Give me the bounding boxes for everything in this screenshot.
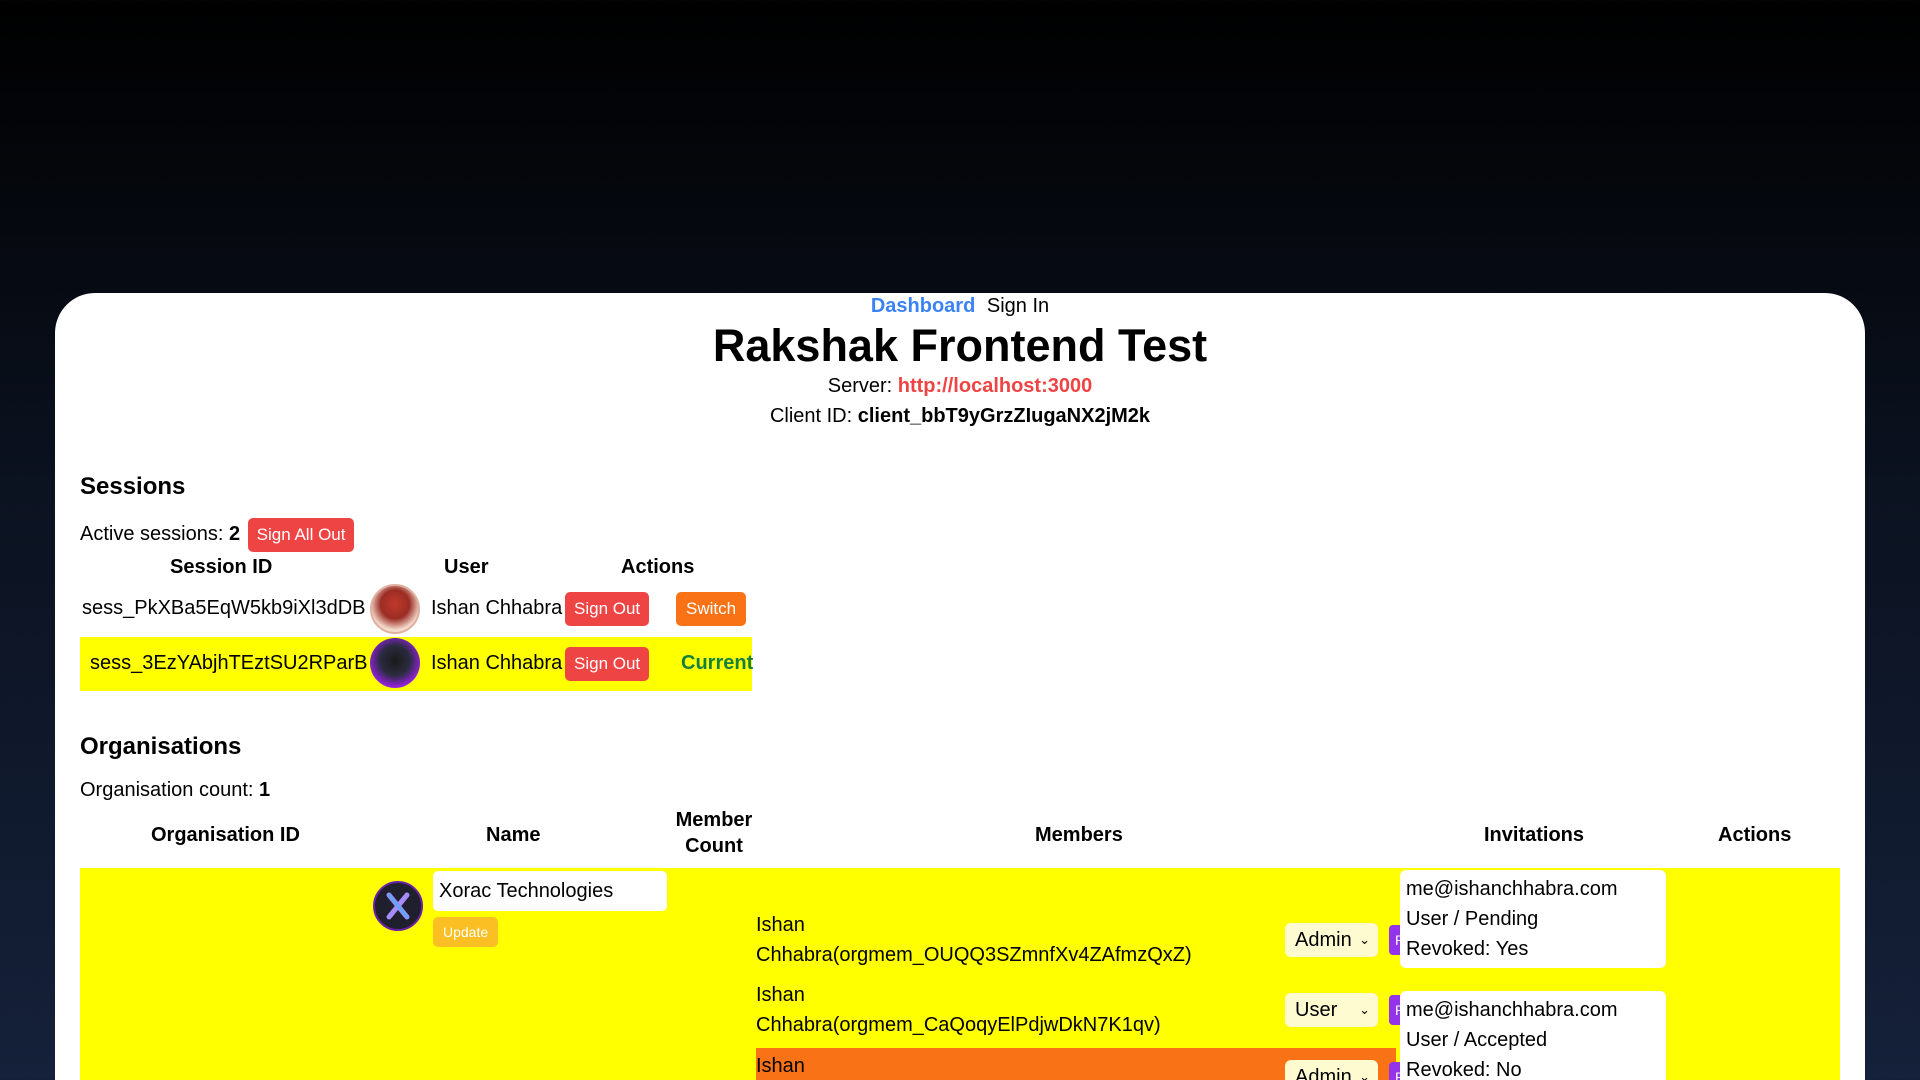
sign-out-button[interactable]: Sign Out bbox=[565, 592, 650, 626]
th-invitations: Invitations bbox=[1484, 824, 1585, 846]
member-name-line1: Ishan bbox=[756, 1055, 805, 1077]
organisation-logo-icon bbox=[373, 881, 423, 931]
session-user: Ishan Chhabra bbox=[431, 597, 563, 619]
member-role-select[interactable]: User ⌄ bbox=[1285, 993, 1378, 1027]
invitation-email: me@ishanchhabra.com bbox=[1406, 878, 1618, 900]
client-id-label: Client ID: bbox=[769, 405, 853, 427]
organisation-count-value: 1 bbox=[259, 779, 271, 801]
th-name: Name bbox=[486, 824, 541, 846]
organisations-heading: Organisations bbox=[80, 733, 242, 760]
invitation-revoked: Revoked: No bbox=[1406, 1059, 1522, 1080]
member-item: Ishan Chhabra(orgmem_CaQoqyElPdjwDkN7K1q… bbox=[756, 980, 1161, 1040]
main-card: Dashboard Sign In Rakshak Frontend Test … bbox=[55, 293, 1865, 1080]
chevron-down-icon: ⌄ bbox=[1359, 1002, 1370, 1017]
active-sessions-count: 2 bbox=[228, 523, 241, 545]
session-user: Ishan Chhabra bbox=[431, 652, 563, 674]
th-actions: Actions bbox=[621, 556, 695, 578]
organisation-count-line: Organisation count: 1 bbox=[80, 777, 270, 803]
nav-dashboard-link[interactable]: Dashboard bbox=[871, 295, 975, 317]
nav-signin-link[interactable]: Sign In bbox=[987, 295, 1049, 317]
member-name-line1: Ishan bbox=[756, 984, 805, 1006]
session-row-current: sess_3EzYAbjhTEztSU2RParB Ishan Chhabra … bbox=[80, 637, 754, 691]
member-item-current: Ishan Admin ⌄ Remove bbox=[756, 1048, 1454, 1080]
member-role-value: User bbox=[1295, 999, 1338, 1021]
user-avatar bbox=[370, 638, 420, 688]
invitation-revoked: Revoked: Yes bbox=[1406, 938, 1529, 960]
member-role-select[interactable]: Admin ⌄ bbox=[1285, 923, 1378, 957]
organisation-count-label: Organisation count: bbox=[80, 779, 254, 801]
member-role-select[interactable]: Admin ⌄ bbox=[1285, 1060, 1378, 1080]
th-members: Members bbox=[1035, 824, 1123, 846]
client-id-value: client_bbT9yGrzZIugaNX2jM2k bbox=[857, 405, 1151, 427]
member-name-line1: Ishan bbox=[756, 914, 805, 936]
chevron-down-icon: ⌄ bbox=[1359, 1069, 1370, 1080]
member-role-value: Admin bbox=[1295, 1066, 1352, 1080]
organisation-name-input[interactable]: Xorac Technologies bbox=[433, 871, 667, 911]
server-line: Server: http://localhost:3000 bbox=[55, 373, 1865, 399]
session-id: sess_PkXBa5EqW5kb9iXl3dDB bbox=[82, 597, 366, 619]
th-org-actions: Actions bbox=[1718, 824, 1792, 846]
page-title: Rakshak Frontend Test bbox=[712, 320, 1208, 371]
user-avatar bbox=[370, 584, 420, 634]
session-id: sess_3EzYAbjhTEztSU2RParB bbox=[90, 652, 368, 674]
th-session-id: Session ID bbox=[170, 556, 273, 578]
switch-session-button[interactable]: Switch bbox=[676, 592, 747, 626]
member-role-value: Admin bbox=[1295, 929, 1352, 951]
member-name-line2: Chhabra(orgmem_CaQoqyElPdjwDkN7K1qv) bbox=[756, 1014, 1161, 1036]
server-value: http://localhost:3000 bbox=[897, 375, 1093, 397]
th-member-count-line2: Count bbox=[685, 835, 743, 857]
invitation-status: User / Pending bbox=[1406, 908, 1539, 930]
th-member-count: Member Count bbox=[667, 807, 761, 859]
invitation-card: me@ishanchhabra.com User / Accepted Revo… bbox=[1400, 991, 1666, 1080]
organisation-row: Xorac Technologies Update Ishan Chhabra(… bbox=[80, 868, 1840, 1080]
th-organisation-id: Organisation ID bbox=[151, 824, 300, 846]
chevron-down-icon: ⌄ bbox=[1359, 932, 1370, 947]
current-session-label: Current bbox=[681, 652, 754, 674]
invitation-email: me@ishanchhabra.com bbox=[1406, 999, 1618, 1021]
member-item: Ishan Chhabra(orgmem_OUQQ3SZmnfXv4ZAfmzQ… bbox=[756, 910, 1192, 970]
invitation-card: me@ishanchhabra.com User / Pending Revok… bbox=[1400, 870, 1666, 968]
active-sessions-line: Active sessions: 2 Sign All Out bbox=[80, 518, 355, 552]
top-nav: Dashboard Sign In bbox=[55, 293, 1865, 318]
client-id-line: Client ID: client_bbT9yGrzZIugaNX2jM2k bbox=[55, 403, 1865, 429]
th-user: User bbox=[444, 556, 489, 578]
member-name-line2: Chhabra(orgmem_OUQQ3SZmnfXv4ZAfmzQxZ) bbox=[756, 944, 1192, 966]
update-organisation-button[interactable]: Update bbox=[433, 917, 499, 947]
sign-all-out-button[interactable]: Sign All Out bbox=[247, 518, 355, 552]
th-member-count-line1: Member bbox=[675, 809, 753, 831]
sign-out-button[interactable]: Sign Out bbox=[565, 647, 650, 681]
invitation-status: User / Accepted bbox=[1406, 1029, 1548, 1051]
active-sessions-label: Active sessions: bbox=[80, 523, 224, 545]
server-label: Server: bbox=[827, 375, 893, 397]
sessions-heading: Sessions bbox=[80, 473, 186, 500]
